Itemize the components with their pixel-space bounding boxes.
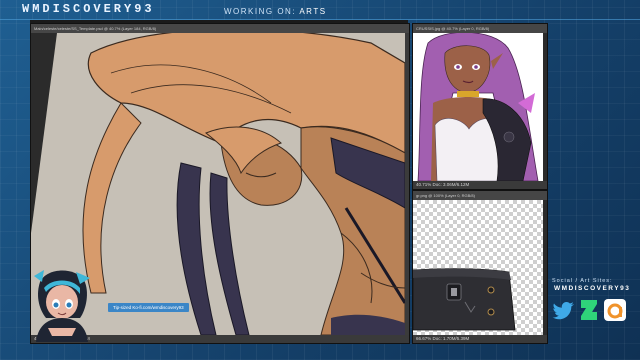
layer-status-bar: 66.67% Doc: 1.70M/5.39M [413, 335, 547, 343]
working-on-prefix: WORKING ON: [224, 7, 297, 16]
streamer-avatar [26, 262, 98, 342]
social-handle: WMDISCOVERY93 [554, 285, 631, 292]
deviantart-icon[interactable] [577, 298, 601, 322]
layer-document-tab[interactable]: gr.png @ 100% (Layer 0, RGB/8) [413, 191, 547, 200]
main-document-tab[interactable]: Main/celeste/celeste/SS_Template.psd @ 4… [31, 24, 409, 33]
artstation-icon[interactable] [603, 298, 627, 322]
reference-canvas[interactable] [413, 33, 543, 181]
tip-tooltip: Tip-sized Ko-fi.com/wmdiscovery93 [108, 303, 189, 312]
reference-status-bar: 40.71% Doc: 3.06M/6.12M [413, 181, 547, 189]
working-on-value: ARTS [299, 7, 327, 16]
reference-illustration [417, 33, 539, 181]
reference-document-window[interactable]: CRUSSIS.jpg @ 40.7% (Layer 0, RGB/8) 40.… [412, 23, 548, 190]
twitter-icon[interactable] [552, 298, 576, 322]
layer-document-window[interactable]: gr.png @ 100% (Layer 0, RGB/8) 66.67% Do… [412, 190, 548, 344]
brand-title: WMDISCOVERY93 [22, 2, 155, 16]
working-on-label: WORKING ON: ARTS [224, 7, 327, 16]
reference-document-tab[interactable]: CRUSSIS.jpg @ 40.7% (Layer 0, RGB/8) [413, 24, 547, 33]
social-title: Social / Art Sites: [552, 278, 613, 284]
layer-illustration [413, 268, 516, 331]
main-vertical-scrollbar[interactable] [405, 33, 409, 335]
layer-canvas[interactable] [413, 200, 543, 335]
